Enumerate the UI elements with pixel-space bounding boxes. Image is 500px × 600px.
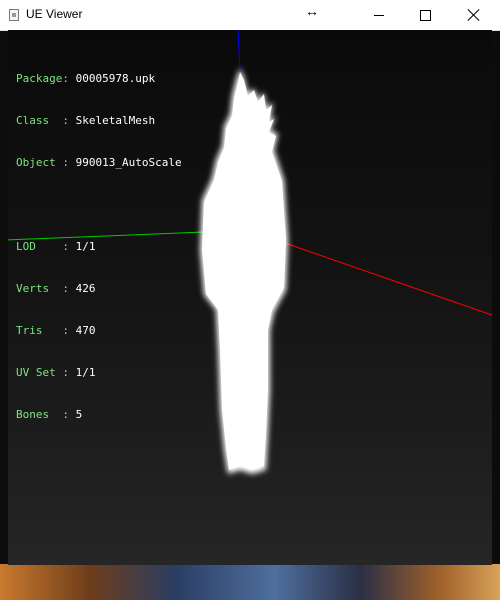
- info-tris-row: Tris : 470: [16, 324, 96, 337]
- info-lod-row: LOD : 1/1: [16, 240, 96, 253]
- axis-z-line: [237, 30, 241, 71]
- info-label: Tris: [16, 324, 63, 337]
- info-value: 1/1: [75, 366, 96, 379]
- info-label: Package: [16, 72, 63, 85]
- info-bones-row: Bones : 5: [16, 408, 83, 421]
- info-verts-row: Verts : 426: [16, 282, 96, 295]
- mesh-info-panel: Package: 00005978.upk Class : SkeletalMe…: [16, 44, 182, 450]
- minimize-button[interactable]: [356, 0, 402, 30]
- info-uvset-row: UV Set : 1/1: [16, 366, 96, 379]
- ue-viewer-window: UE Viewer ↔ Package: 00005978.upk Class …: [0, 0, 500, 600]
- minimize-icon: [374, 14, 384, 16]
- maximize-button[interactable]: [402, 0, 448, 30]
- info-package-row: Package: 00005978.upk: [16, 72, 156, 85]
- info-value: 5: [75, 408, 83, 421]
- close-button[interactable]: [448, 0, 500, 30]
- info-label: Bones: [16, 408, 63, 421]
- skeletal-mesh: [200, 68, 288, 474]
- info-value: 426: [75, 282, 96, 295]
- window-title: UE Viewer: [26, 7, 83, 21]
- axis-x-line: [281, 241, 492, 316]
- 3d-viewport[interactable]: Package: 00005978.upk Class : SkeletalMe…: [8, 30, 492, 565]
- info-spacer: [16, 198, 182, 212]
- app-window-icon: [9, 9, 19, 21]
- info-label: LOD: [16, 240, 63, 253]
- info-label: UV Set: [16, 366, 63, 379]
- info-label: Class: [16, 114, 63, 127]
- info-object-row: Object : 990013_AutoScale: [16, 156, 182, 169]
- info-label: Verts: [16, 282, 63, 295]
- info-value: 1/1: [75, 240, 96, 253]
- info-value: SkeletalMesh: [75, 114, 156, 127]
- info-value: 00005978.upk: [75, 72, 156, 85]
- maximize-icon: [419, 9, 431, 21]
- info-value: 990013_AutoScale: [75, 156, 182, 169]
- resize-cursor-icon: ↔: [305, 3, 319, 19]
- title-bar[interactable]: UE Viewer ↔: [0, 0, 500, 31]
- info-class-row: Class : SkeletalMesh: [16, 114, 156, 127]
- close-icon: [468, 9, 480, 21]
- info-label: Object: [16, 156, 63, 169]
- info-value: 470: [75, 324, 96, 337]
